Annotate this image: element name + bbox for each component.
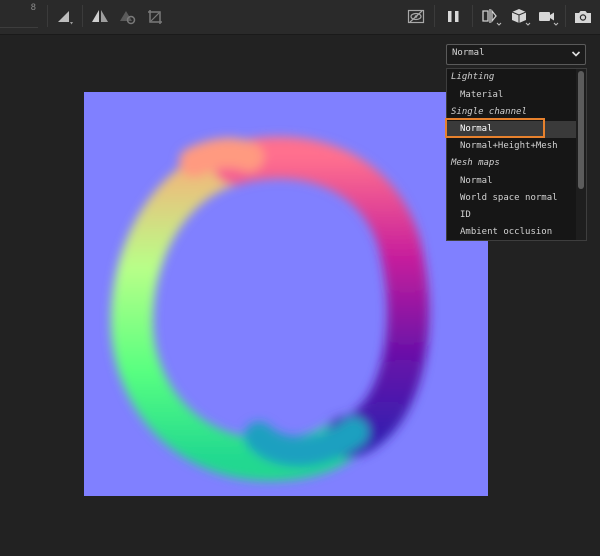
camera-icon[interactable]	[538, 7, 559, 27]
menu-item-id[interactable]: ID	[447, 207, 586, 224]
menu-item-material[interactable]: Material	[447, 87, 586, 104]
chevron-down-icon	[571, 51, 581, 57]
menu-item-normal[interactable]: Normal	[447, 121, 586, 138]
menu-group-lighting: Lighting	[451, 72, 495, 82]
normal-map-canvas[interactable]	[84, 92, 488, 496]
split-view-icon[interactable]	[481, 7, 502, 27]
transform-icon[interactable]	[145, 7, 165, 27]
cube-icon[interactable]	[510, 7, 531, 27]
pause-icon[interactable]	[444, 7, 464, 27]
menu-scroll-thumb[interactable]	[578, 71, 584, 189]
toolbar-separator	[47, 5, 48, 27]
viewport-mode-value: Normal	[452, 48, 485, 58]
value-field-text: 8	[30, 3, 36, 13]
menu-item-world-space-normal[interactable]: World space normal	[447, 190, 586, 207]
symmetry-icon[interactable]	[90, 7, 110, 27]
value-field[interactable]: 8	[0, 3, 38, 28]
menu-item-mesh-normal[interactable]: Normal	[447, 173, 586, 190]
slope-icon[interactable]	[56, 7, 76, 27]
viewport-mode-menu: Lighting Material Single channel Normal …	[446, 68, 587, 241]
viewport-mode-select[interactable]: Normal	[446, 44, 586, 65]
lasso-icon[interactable]	[117, 7, 137, 27]
menu-group-single-channel: Single channel	[451, 107, 527, 117]
toolbar-separator	[472, 5, 473, 27]
viewer-app: 8 Normal Lighting Material Single channe…	[0, 0, 600, 556]
toolbar-separator	[82, 5, 83, 27]
menu-item-normal-height-mesh[interactable]: Normal+Height+Mesh	[447, 138, 586, 155]
menu-group-mesh-maps: Mesh maps	[451, 158, 500, 168]
toolbar-separator	[434, 5, 435, 27]
hide-icon[interactable]	[406, 7, 426, 27]
toolbar-separator	[565, 5, 566, 27]
menu-scrollbar[interactable]	[576, 69, 586, 240]
screenshot-icon[interactable]	[573, 7, 593, 27]
viewport-toolbar: 8	[0, 0, 600, 35]
menu-item-ambient-occlusion[interactable]: Ambient occlusion	[447, 224, 586, 240]
